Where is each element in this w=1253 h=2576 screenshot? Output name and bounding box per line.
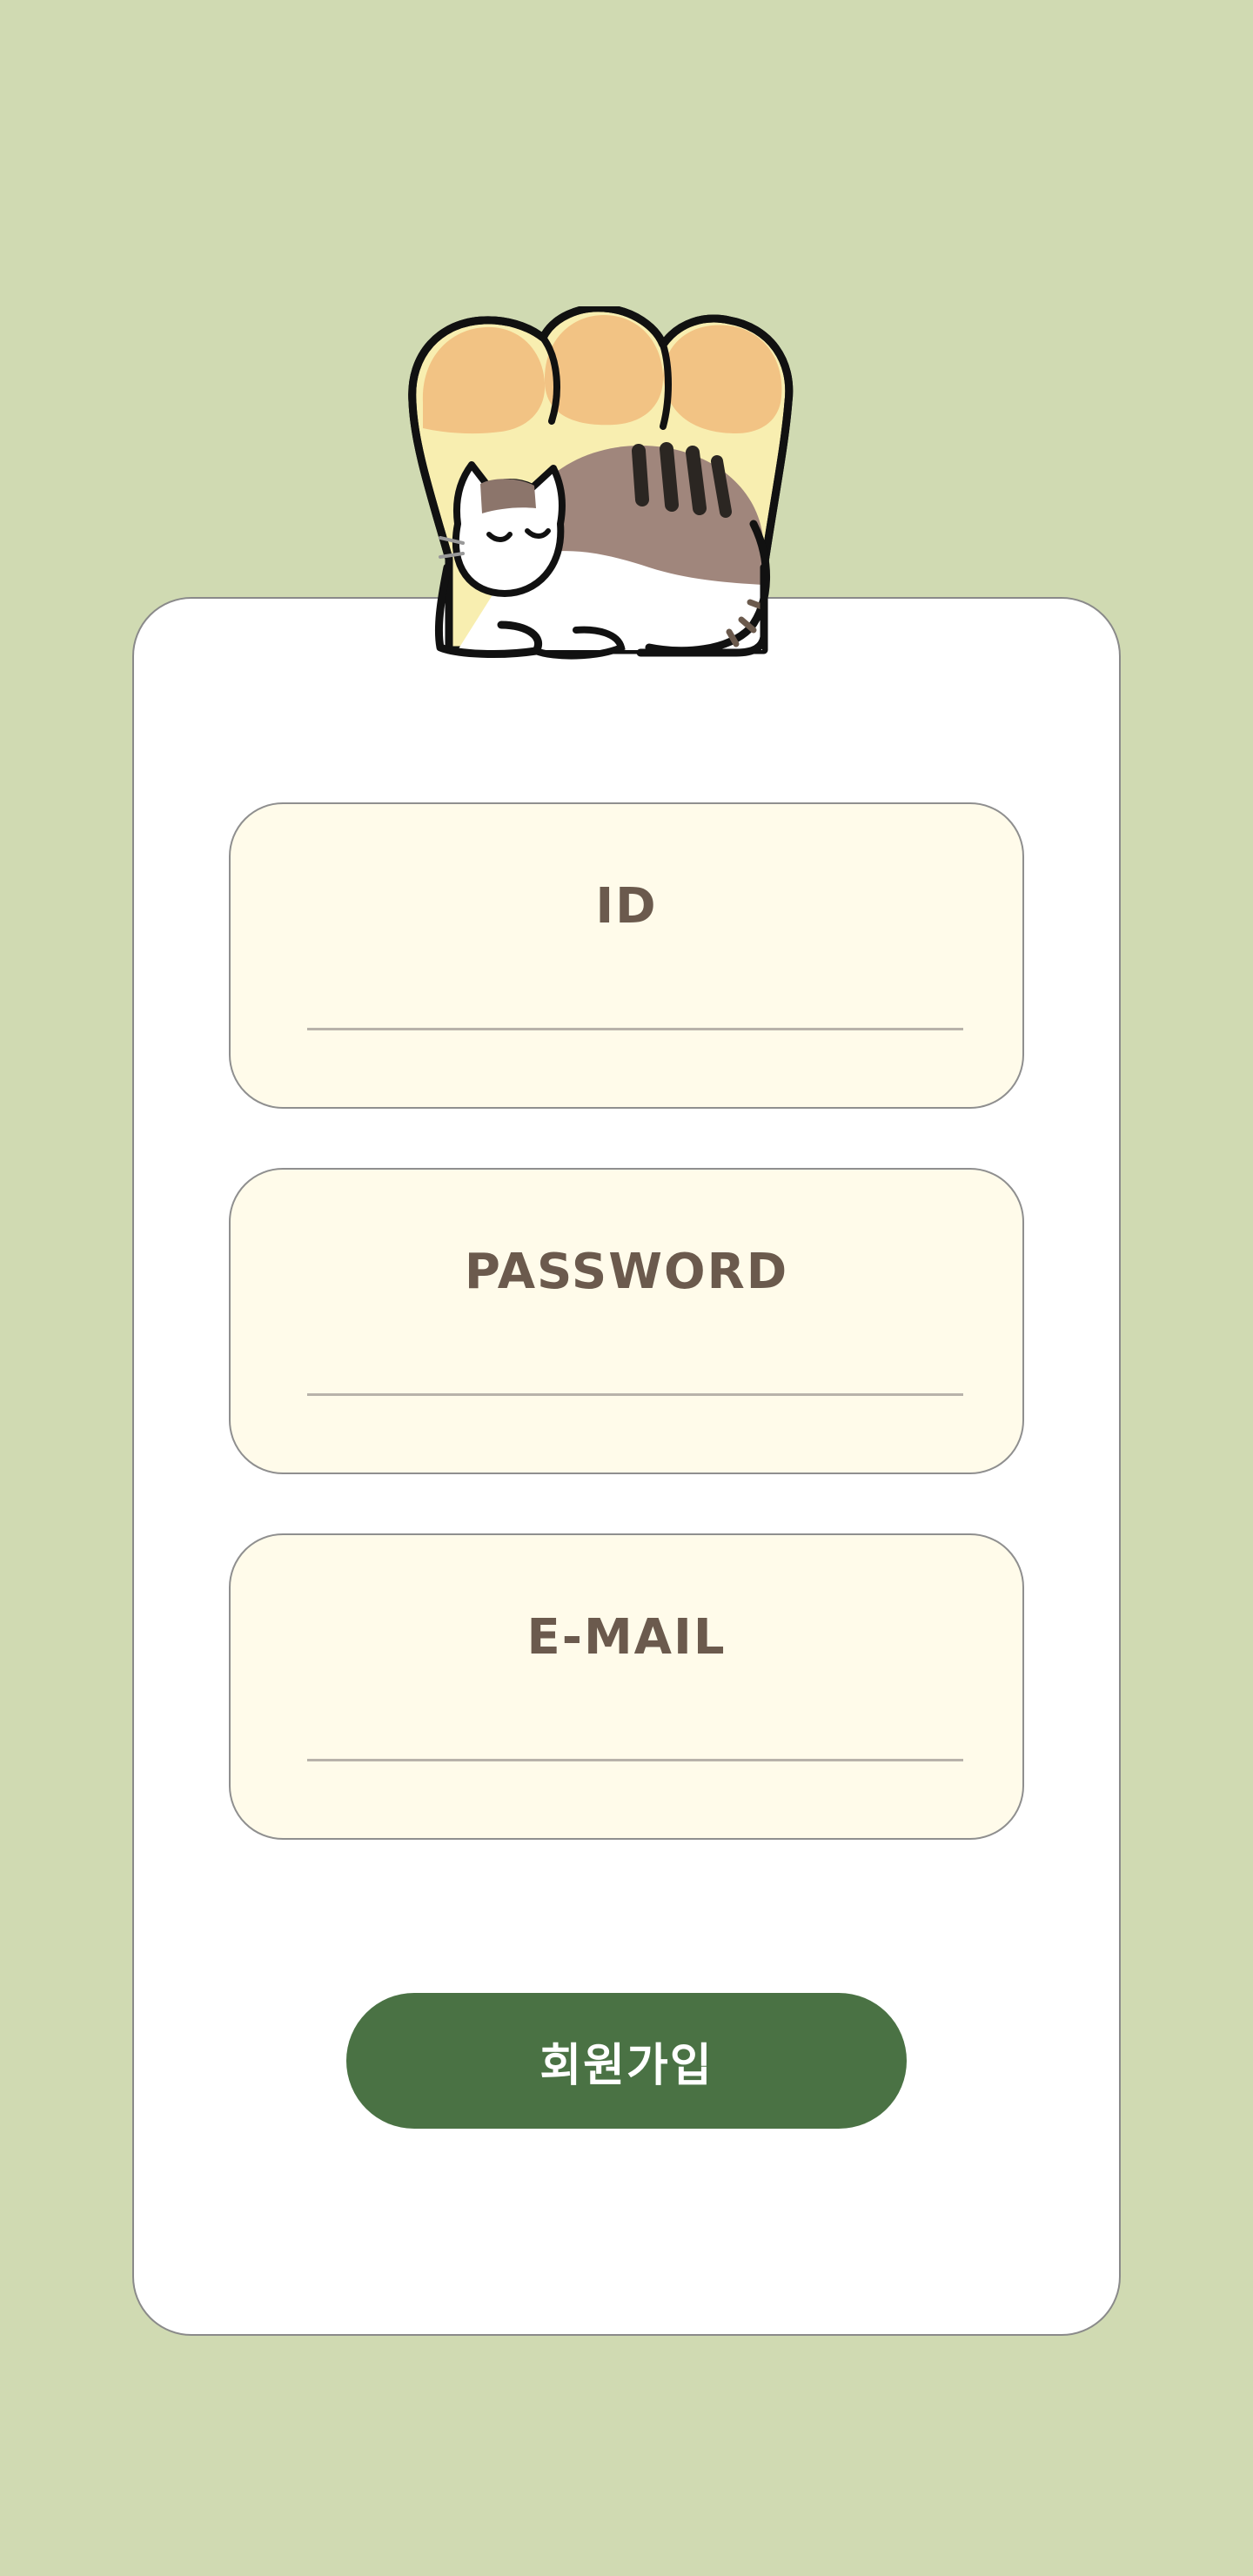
signup-button[interactable]: 회원가입 — [346, 1993, 907, 2129]
id-label: ID — [595, 878, 658, 935]
password-label: PASSWORD — [464, 1244, 789, 1300]
cat-in-bread-icon — [408, 306, 794, 660]
email-input[interactable] — [307, 1718, 963, 1761]
password-input[interactable] — [307, 1352, 963, 1396]
password-field: PASSWORD — [229, 1168, 1024, 1474]
email-field: E-MAIL — [229, 1533, 1024, 1840]
email-label: E-MAIL — [526, 1609, 727, 1666]
id-field: ID — [229, 802, 1024, 1109]
id-input[interactable] — [307, 987, 963, 1030]
